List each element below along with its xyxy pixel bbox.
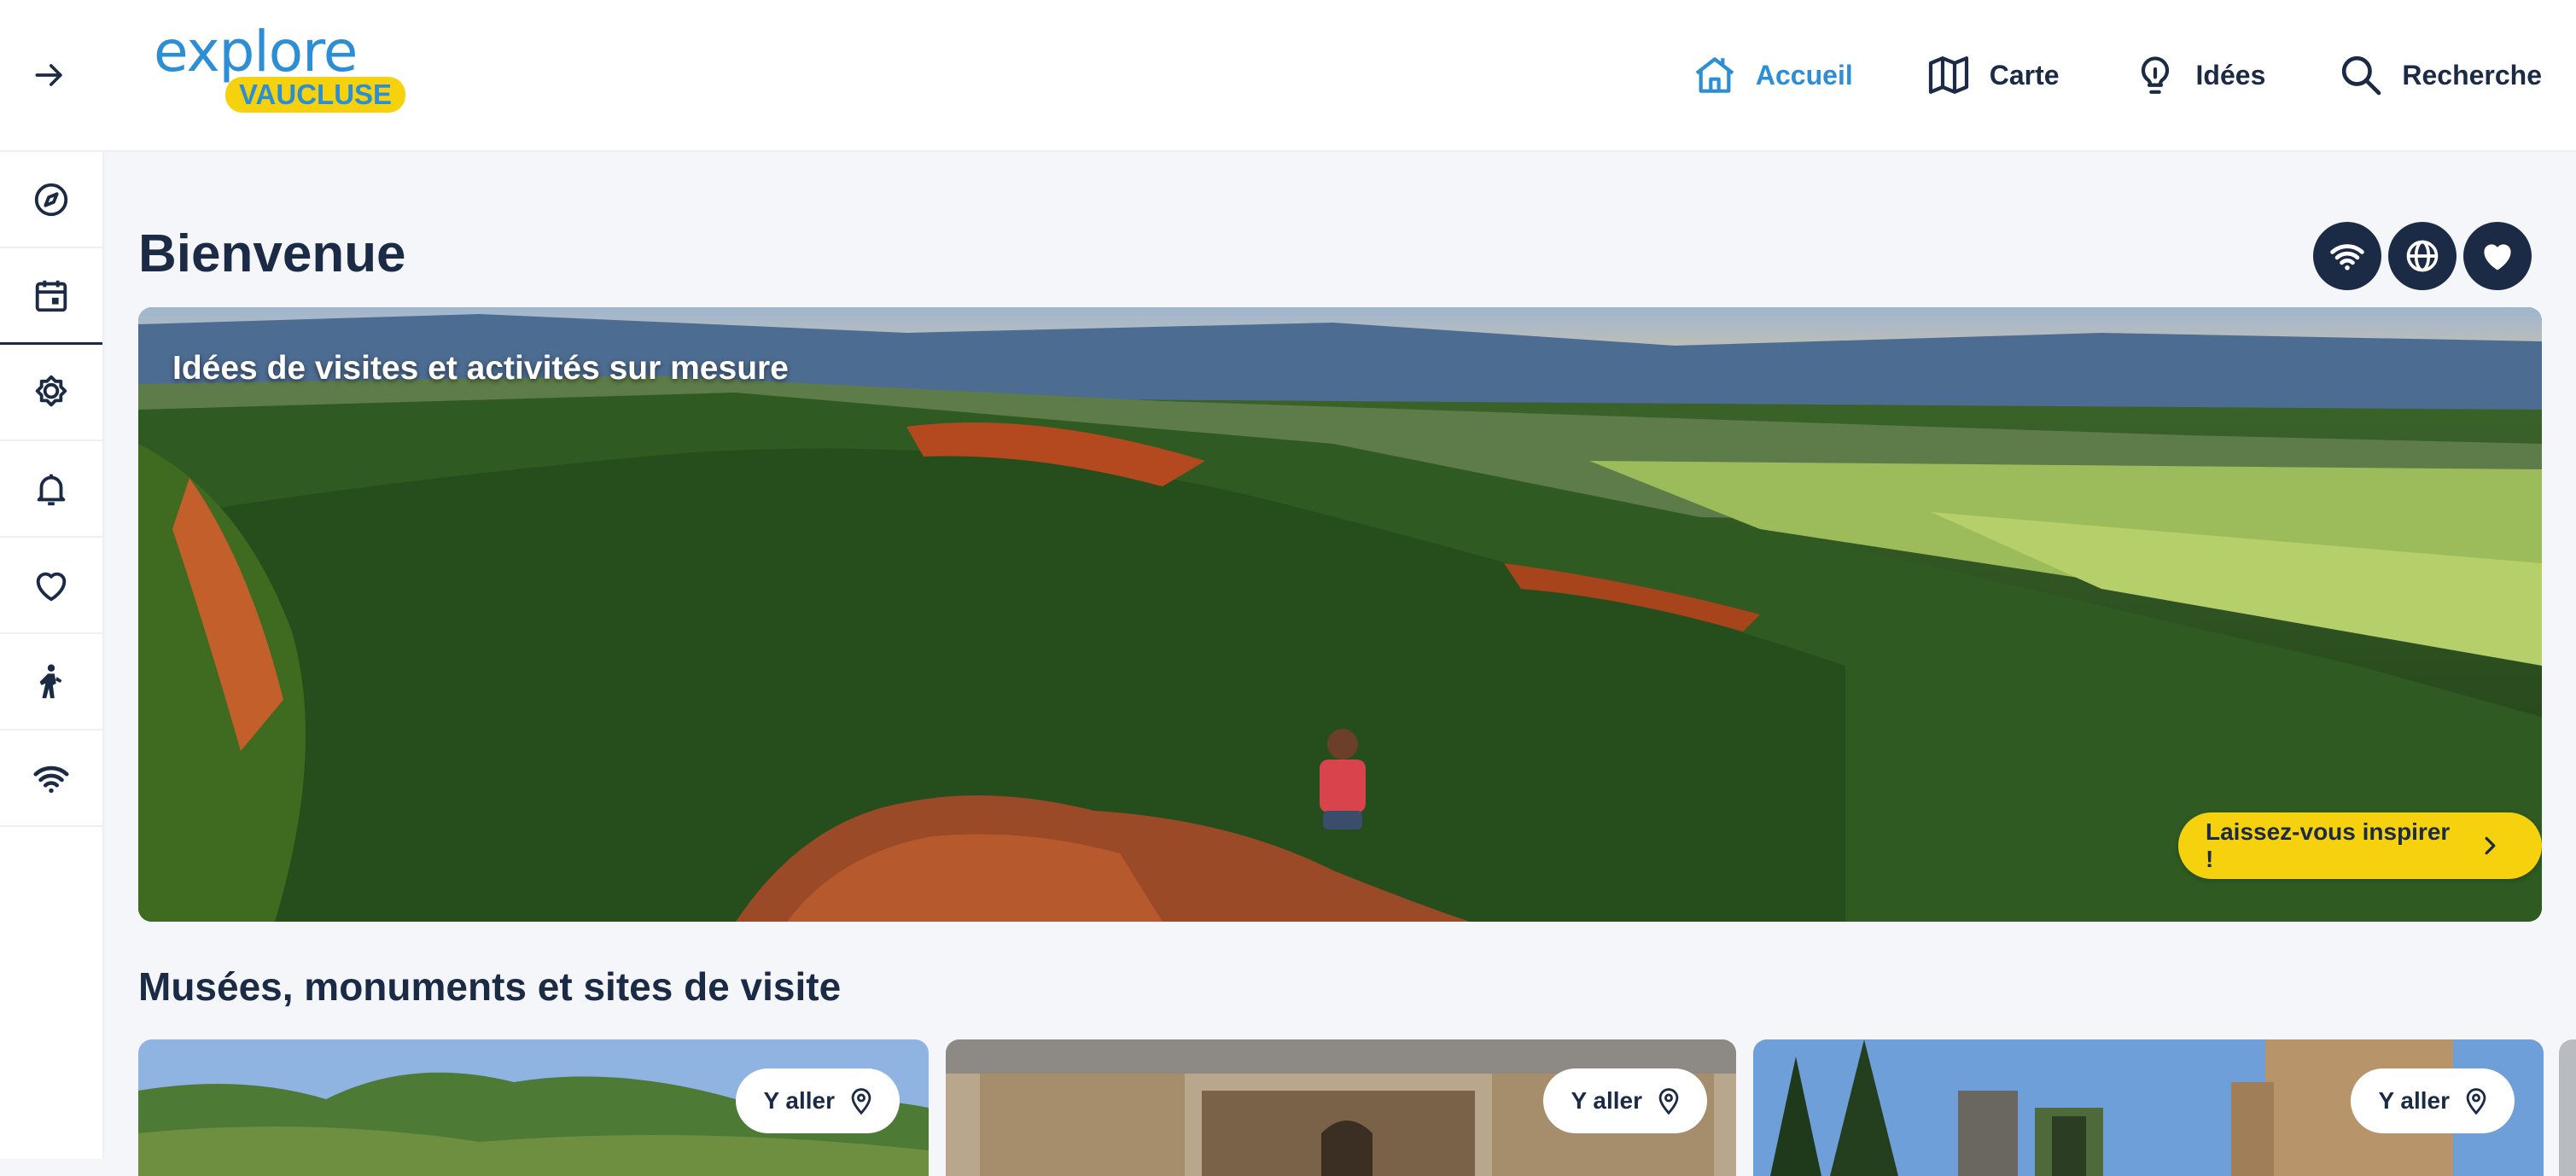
nav-idees[interactable]: Idées bbox=[2131, 51, 2266, 99]
goto-button[interactable]: Y aller bbox=[1543, 1068, 1707, 1133]
sidebar-item-wifi[interactable] bbox=[0, 731, 102, 827]
wifi-icon bbox=[33, 766, 69, 793]
goto-button-label: Y aller bbox=[1571, 1087, 1642, 1114]
nav-accueil-label: Accueil bbox=[1755, 59, 1853, 90]
logo-line1: explore bbox=[154, 19, 358, 84]
expand-sidebar-button[interactable] bbox=[19, 44, 80, 106]
nav-recherche-label: Recherche bbox=[2402, 59, 2542, 90]
map-icon bbox=[1928, 56, 1968, 94]
map-pin-icon bbox=[2466, 1088, 2486, 1115]
goto-button-label: Y aller bbox=[763, 1087, 835, 1114]
site-card-partial[interactable] bbox=[2559, 1039, 2576, 1176]
compass-icon bbox=[34, 183, 68, 216]
favorites-button[interactable] bbox=[2463, 222, 2532, 290]
sidebar-item-weather[interactable] bbox=[0, 345, 102, 441]
page-title: Bienvenue bbox=[138, 224, 406, 283]
chevron-right-icon bbox=[2485, 836, 2496, 855]
sidebar-item-activities[interactable] bbox=[0, 634, 102, 731]
sun-icon bbox=[35, 375, 67, 406]
goto-button-label: Y aller bbox=[2378, 1087, 2450, 1114]
inspire-button[interactable]: Laissez-vous inspirer ! bbox=[2178, 812, 2542, 879]
site-card[interactable]: Y aller bbox=[138, 1039, 929, 1176]
sidebar-item-agenda[interactable] bbox=[0, 248, 102, 345]
section-title: Musées, monuments et sites de visite bbox=[138, 964, 842, 1009]
bell-icon bbox=[37, 474, 66, 505]
main-nav: Accueil Carte Idées Recherche bbox=[1619, 44, 2542, 106]
arrow-right-icon bbox=[35, 64, 62, 86]
site-card[interactable]: Y aller bbox=[946, 1039, 1736, 1176]
nav-carte[interactable]: Carte bbox=[1925, 51, 2060, 99]
header: explore VAUCLUSE Accueil Carte Idées Rec… bbox=[0, 0, 2576, 152]
sidebar-item-notifications[interactable] bbox=[0, 441, 102, 538]
map-pin-icon bbox=[1658, 1088, 1679, 1115]
wifi-button[interactable] bbox=[2313, 222, 2381, 290]
heart-icon bbox=[2484, 244, 2511, 271]
goto-button[interactable]: Y aller bbox=[2351, 1068, 2515, 1133]
sidebar-item-favorites[interactable] bbox=[0, 538, 102, 634]
nav-carte-label: Carte bbox=[1989, 59, 2060, 90]
lightbulb-icon bbox=[2141, 56, 2169, 94]
heart-icon bbox=[36, 572, 67, 601]
hero-banner[interactable]: Idées de visites et activités sur mesure… bbox=[138, 307, 2542, 922]
globe-icon bbox=[2406, 240, 2439, 272]
sidebar bbox=[0, 152, 104, 1159]
map-pin-icon bbox=[851, 1088, 871, 1115]
nav-accueil[interactable]: Accueil bbox=[1691, 51, 1853, 99]
explore-vaucluse-logo[interactable]: explore VAUCLUSE bbox=[152, 19, 417, 119]
hiker-icon bbox=[39, 663, 62, 698]
inspire-button-label: Laissez-vous inspirer ! bbox=[2206, 818, 2451, 872]
nav-idees-label: Idées bbox=[2195, 59, 2266, 90]
hero-caption: Idées de visites et activités sur mesure bbox=[172, 350, 789, 387]
nav-recherche[interactable]: Recherche bbox=[2337, 51, 2542, 99]
wifi-icon bbox=[2330, 244, 2364, 271]
home-icon bbox=[1695, 57, 1734, 93]
language-button[interactable] bbox=[2388, 222, 2457, 290]
goto-button[interactable]: Y aller bbox=[736, 1068, 900, 1133]
quick-actions bbox=[2306, 222, 2532, 290]
logo-line2: VAUCLUSE bbox=[225, 77, 406, 114]
sidebar-item-explore[interactable] bbox=[0, 152, 102, 248]
search-icon bbox=[2342, 55, 2381, 96]
site-card[interactable]: Y aller bbox=[1753, 1039, 2544, 1176]
calendar-icon bbox=[35, 280, 67, 312]
